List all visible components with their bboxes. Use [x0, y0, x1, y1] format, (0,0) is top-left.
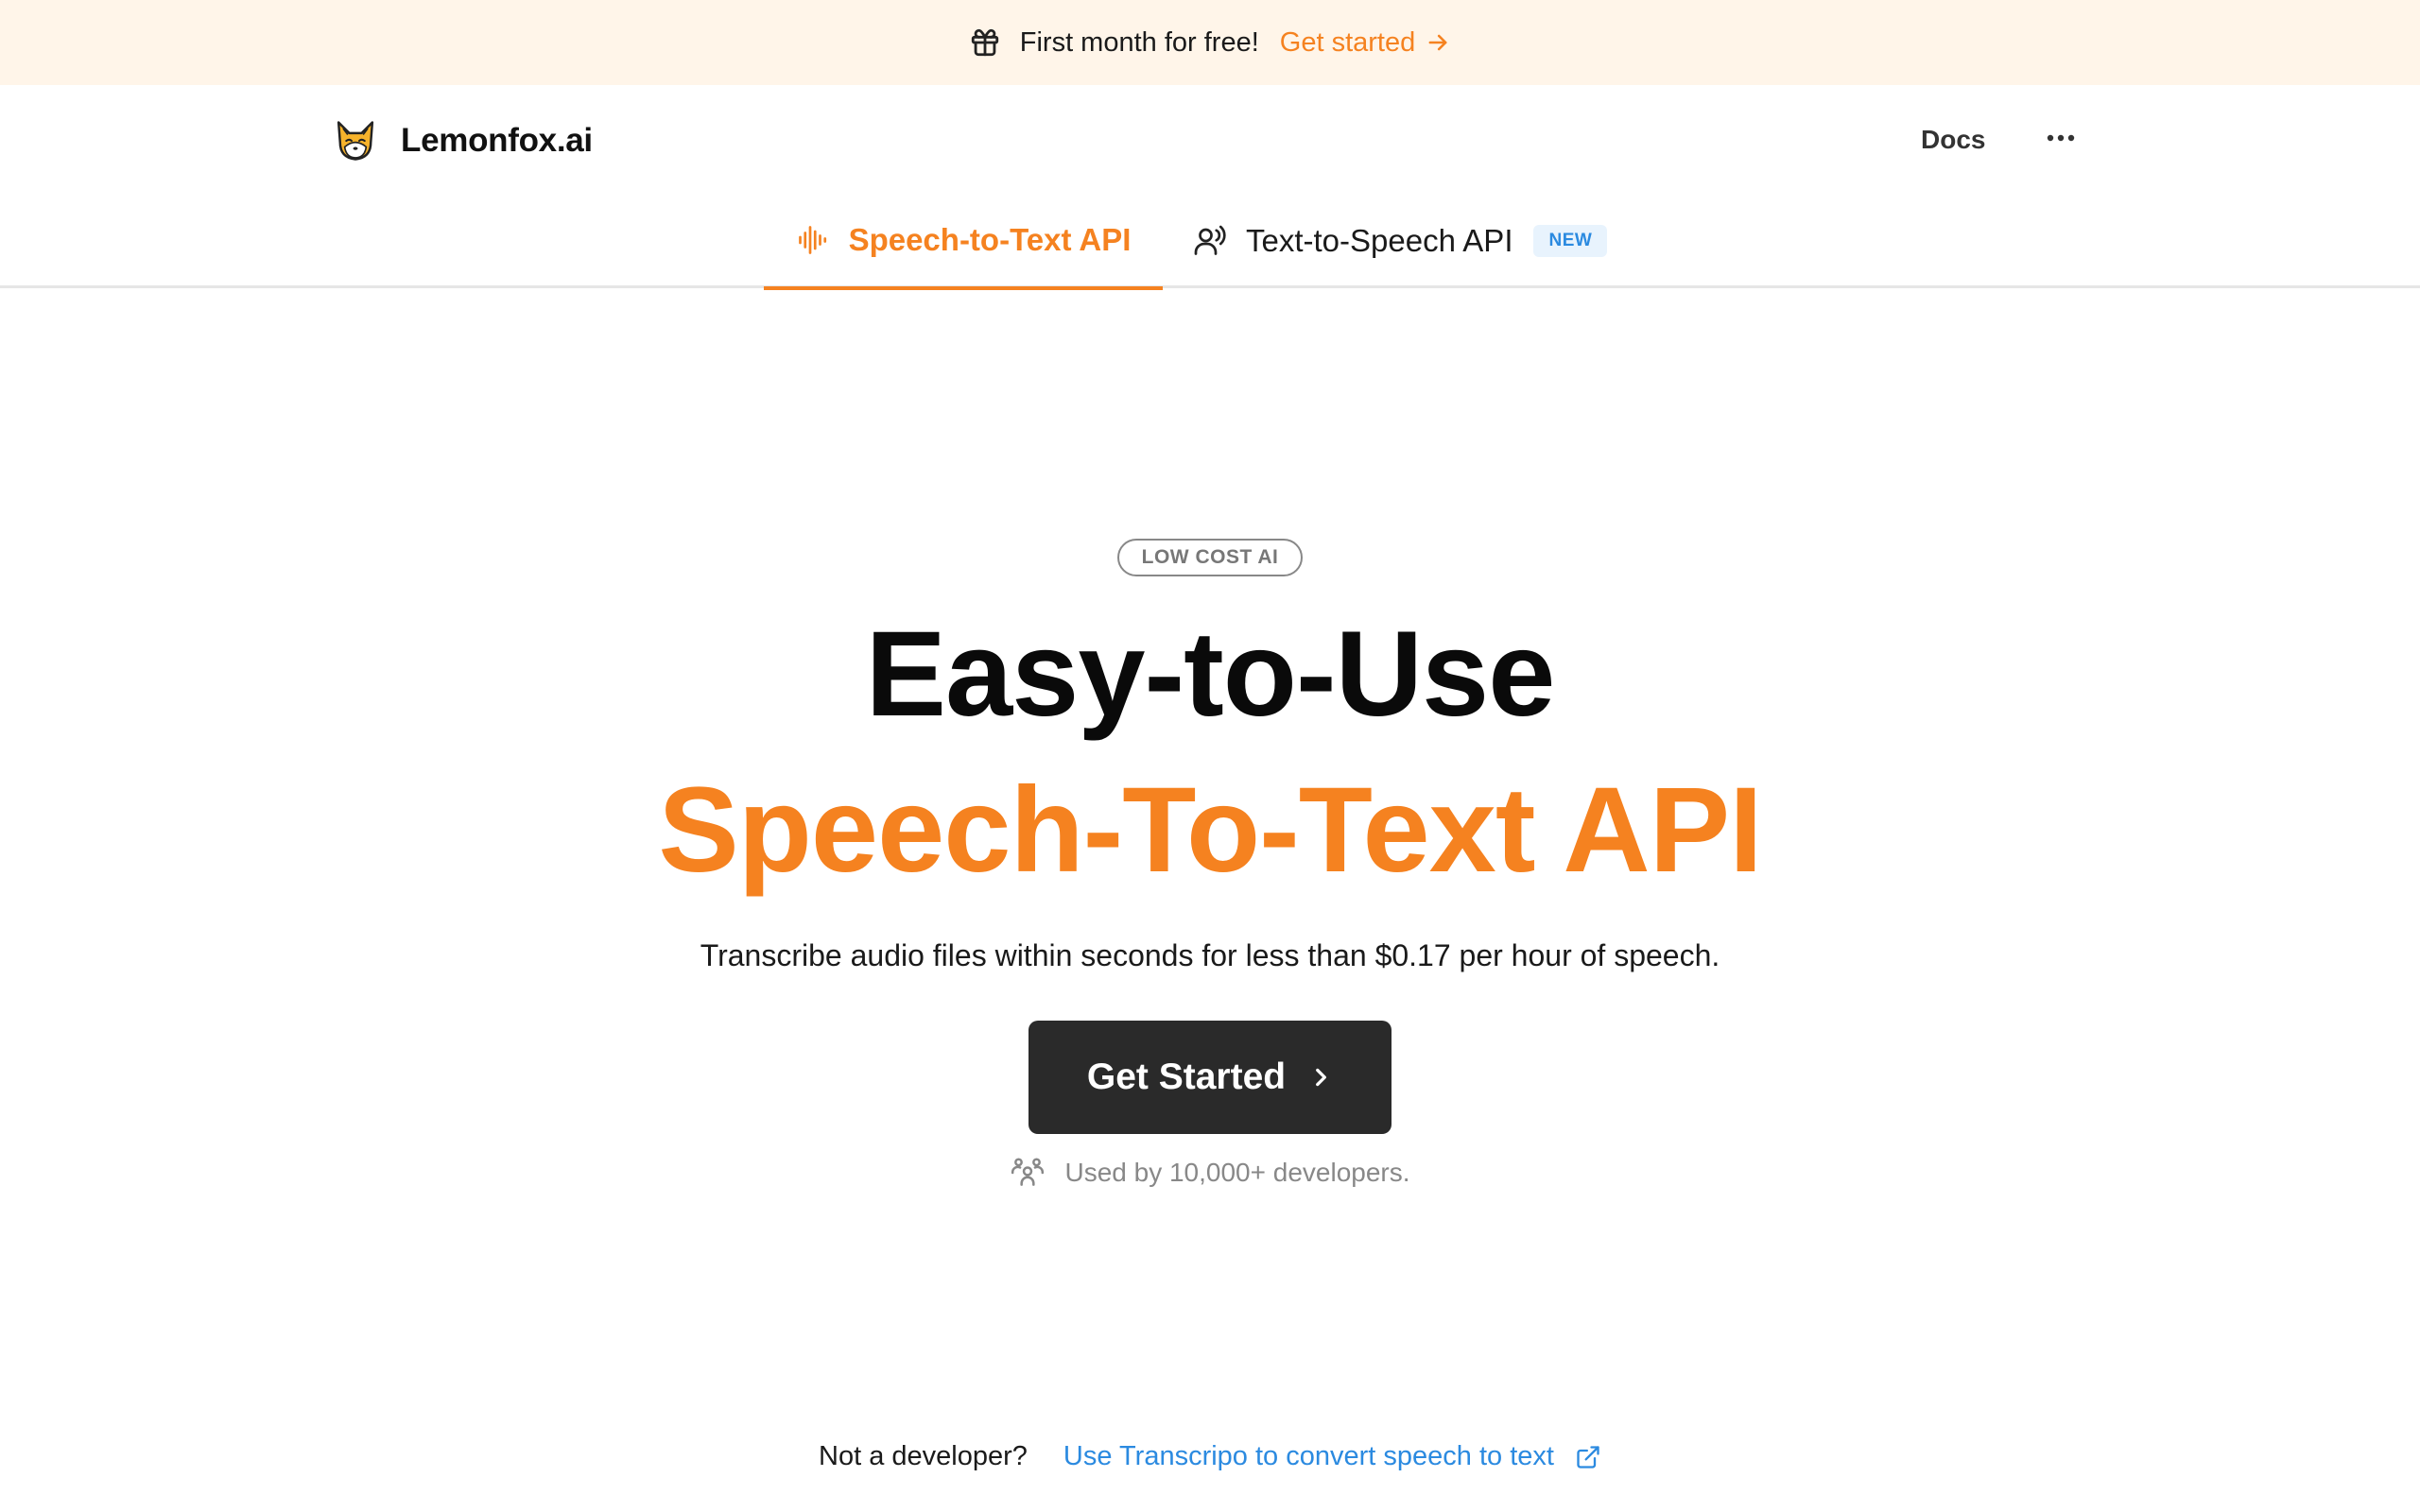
tab-speech-to-text[interactable]: Speech-to-Text API	[764, 194, 1163, 290]
hero-title-line2: Speech-To-Text API	[658, 763, 1762, 898]
tab-label: Text-to-Speech API	[1246, 223, 1513, 258]
social-proof: Used by 10,000+ developers.	[0, 1155, 2420, 1191]
hero-subtitle: Transcribe audio files within seconds fo…	[700, 938, 1720, 972]
get-started-label: Get Started	[1086, 1057, 1287, 1097]
person-speaking-icon	[1194, 225, 1226, 255]
banner-get-started-link[interactable]: Get started	[1280, 27, 1451, 59]
non-developer-question: Not a developer?	[819, 1441, 1028, 1471]
more-menu-button[interactable]	[2044, 121, 2078, 155]
transcripo-link-label: Use Transcripo to convert speech to text	[1063, 1441, 1554, 1471]
top-nav: Lemonfox.ai Docs	[0, 85, 2420, 194]
gift-icon	[971, 28, 998, 57]
brand-name: Lemonfox.ai	[401, 122, 593, 159]
external-link-icon	[1577, 1445, 1599, 1469]
docs-link[interactable]: Docs	[1921, 125, 1985, 155]
fox-logo-icon	[337, 121, 374, 161]
arrow-right-icon	[1428, 34, 1447, 51]
social-proof-text: Used by 10,000+ developers.	[1064, 1158, 1410, 1187]
new-badge: NEW	[1533, 225, 1608, 257]
non-developer-note: Not a developer? Use Transcripo to conve…	[0, 1441, 2420, 1472]
banner-cta-label: Get started	[1279, 26, 1416, 58]
transcripo-link[interactable]: Use Transcripo to convert speech to text	[1063, 1441, 1601, 1472]
promo-banner: First month for free! Get started	[0, 0, 2420, 85]
users-group-icon	[1011, 1158, 1045, 1186]
banner-message: First month for free!	[1019, 26, 1259, 58]
tab-label: Speech-to-Text API	[848, 222, 1132, 257]
brand-logo-link[interactable]: Lemonfox.ai	[331, 116, 593, 165]
chevron-right-icon	[1316, 1068, 1327, 1087]
audio-wave-icon	[798, 226, 826, 254]
product-tabs: Speech-to-Text API Text-to-Speech API NE…	[0, 194, 2420, 290]
get-started-button[interactable]: Get Started	[1028, 1021, 1392, 1134]
ellipsis-icon	[2047, 134, 2075, 142]
low-cost-badge: LOW COST AI	[1117, 539, 1303, 576]
hero-title-line1: Easy-to-Use	[865, 607, 1556, 742]
tab-text-to-speech[interactable]: Text-to-Speech API NEW	[1193, 194, 1608, 288]
